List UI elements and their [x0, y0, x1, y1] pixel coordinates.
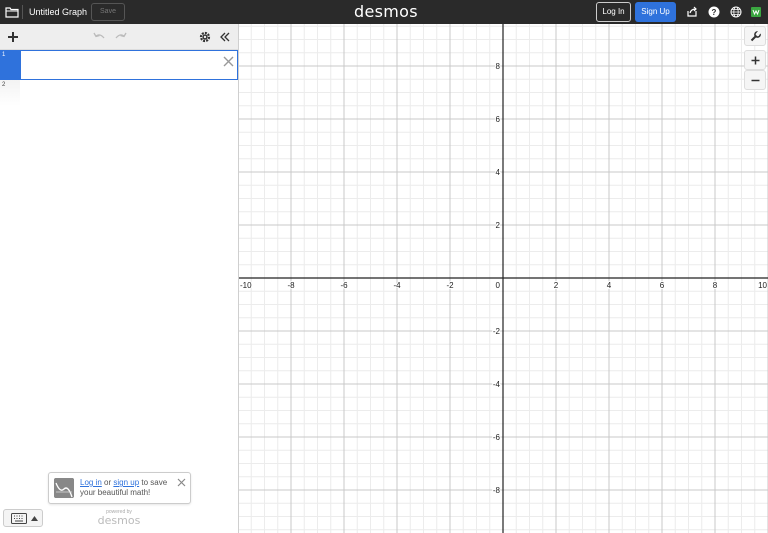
x-tick-label: -4: [393, 281, 401, 290]
x-tick-label: -10: [240, 281, 252, 290]
y-tick-label: -2: [493, 327, 501, 336]
folder-icon[interactable]: [5, 5, 19, 19]
signup-button[interactable]: Sign Up: [635, 2, 676, 22]
expression-row-2[interactable]: 2: [0, 80, 238, 106]
y-tick-label: 8: [496, 62, 501, 71]
globe-icon[interactable]: [730, 6, 742, 18]
x-tick-label: 2: [554, 281, 559, 290]
powered-by-logo: desmos: [97, 514, 141, 527]
login-link[interactable]: Log in: [80, 478, 102, 487]
expression-index: 2: [0, 80, 20, 106]
x-tick-label: 10: [758, 281, 767, 290]
expression-toolbar: [0, 24, 238, 50]
desmos-logo: desmos: [354, 2, 418, 21]
x-tick-label: 0: [496, 281, 501, 290]
x-tick-label: 8: [713, 281, 718, 290]
keyboard-icon: [11, 513, 27, 524]
graph-canvas[interactable]: -10 -8 -6 -4 -2 0 2 4 6 8 10 8 6 4 2 -2 -4 -6 -8: [239, 24, 768, 533]
undo-icon[interactable]: [93, 32, 105, 42]
minus-icon: [751, 79, 760, 82]
graph-title[interactable]: Untitled Graph: [29, 6, 87, 18]
x-tick-label: 6: [660, 281, 665, 290]
caret-up-icon: [31, 516, 38, 521]
close-icon[interactable]: [177, 478, 186, 487]
graph-thumbnail-icon: [54, 478, 74, 498]
keyboard-toggle-button[interactable]: [3, 509, 43, 527]
zoom-in-button[interactable]: [744, 50, 766, 70]
header-bar: Untitled Graph Save desmos Log In Sign U…: [0, 0, 768, 24]
y-tick-label: 2: [496, 221, 501, 230]
keyboard-shortcut-icon[interactable]: [750, 6, 762, 18]
redo-icon[interactable]: [115, 32, 127, 42]
x-tick-label: 4: [607, 281, 612, 290]
expression-input[interactable]: [20, 80, 238, 106]
save-prompt-message: Log in or sign up to save your beautiful…: [80, 478, 180, 498]
signup-link[interactable]: sign up: [113, 478, 139, 487]
gear-icon[interactable]: [199, 31, 211, 43]
graph-settings-button[interactable]: [744, 26, 766, 46]
wrench-icon: [750, 31, 761, 42]
y-tick-label: 6: [496, 115, 501, 124]
y-tick-label: -8: [493, 486, 501, 495]
plus-icon: [751, 56, 760, 65]
expression-index: 1: [0, 50, 20, 80]
add-item-icon[interactable]: [6, 30, 20, 44]
expression-input[interactable]: [20, 50, 238, 80]
expression-panel: 1 2 Log in or sign up to save your beaut…: [0, 24, 239, 533]
y-tick-label: -4: [493, 380, 501, 389]
svg-text:?: ?: [712, 8, 717, 17]
or-text: or: [101, 478, 114, 487]
y-tick-label: 4: [496, 168, 501, 177]
x-tick-label: -8: [287, 281, 295, 290]
powered-by-desmos[interactable]: powered by desmos: [96, 509, 142, 527]
login-button[interactable]: Log In: [596, 2, 631, 22]
zoom-out-button[interactable]: [744, 70, 766, 90]
expression-row-1[interactable]: 1: [0, 50, 238, 80]
header-divider: [22, 5, 23, 19]
graph-paper[interactable]: -10 -8 -6 -4 -2 0 2 4 6 8 10 8 6 4 2 -2 -4 -6 -8: [239, 24, 768, 533]
save-prompt: Log in or sign up to save your beautiful…: [48, 472, 191, 504]
share-icon[interactable]: [686, 6, 698, 18]
delete-expression-icon[interactable]: [223, 56, 234, 67]
y-tick-label: -6: [493, 433, 501, 442]
x-tick-label: -2: [446, 281, 454, 290]
help-icon[interactable]: ?: [708, 6, 720, 18]
collapse-panel-icon[interactable]: [219, 31, 231, 43]
save-button[interactable]: Save: [91, 3, 125, 21]
x-tick-label: -6: [340, 281, 348, 290]
